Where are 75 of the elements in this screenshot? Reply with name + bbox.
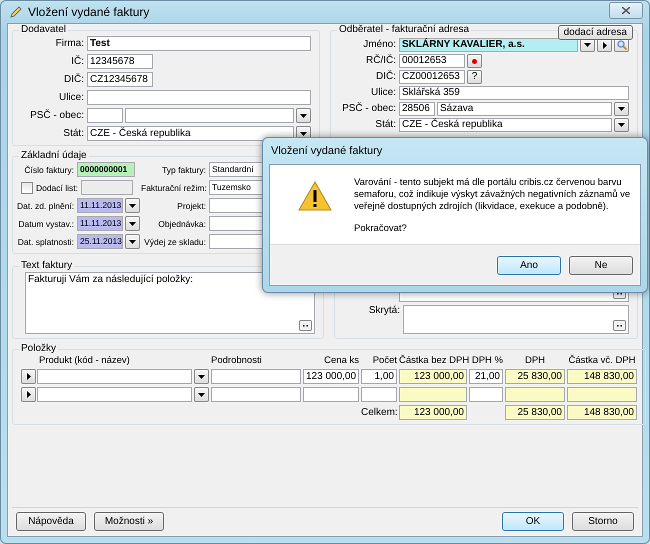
text-field[interactable]: CZ12345678 xyxy=(87,72,153,87)
footer-button[interactable]: Nápověda xyxy=(16,512,86,531)
group-title: Položky xyxy=(20,343,58,355)
field-label: Stát: xyxy=(374,119,397,131)
field-label: Jméno: xyxy=(362,39,397,51)
date-field[interactable]: 11.11.2013 xyxy=(77,198,123,213)
text-field[interactable]: Sklářská 359 xyxy=(399,86,629,100)
field-label: Objednávka: xyxy=(157,218,207,228)
dialog-title: Vložení vydané faktury xyxy=(271,145,382,158)
field-label: DIČ: xyxy=(375,71,397,83)
field-label: Projekt: xyxy=(176,200,207,210)
field-label: Datum vystav.: xyxy=(17,218,75,228)
text-field[interactable]: 12345678 xyxy=(87,54,153,69)
field-label: Dat. zd. plnění: xyxy=(17,200,75,210)
field-label: Výdej ze skladu: xyxy=(143,236,207,246)
warning-message: Varování - tento subjekt má dle portálu cribis.cz červenou barvu semaforu, což indikuje výskyt závažných negativních záznamů ve veřejně dostupných zdrojích (likvidace, exekuce a podobně). xyxy=(354,177,632,213)
column-header: DPH xyxy=(524,355,546,366)
dialog-button[interactable]: Ne xyxy=(569,256,633,274)
dropdown-field[interactable]: CZE - Česká republika xyxy=(399,118,612,132)
date-field[interactable]: 11.11.2013 xyxy=(77,216,123,231)
text-field[interactable]: CZ00012653 xyxy=(399,70,465,84)
column-header: DPH % xyxy=(470,355,503,366)
group-title: Odběratel - fakturační adresa xyxy=(338,24,470,36)
invoice-text: Fakturuji Vám za následující položky: xyxy=(28,274,194,285)
column-header: Částka bez DPH xyxy=(399,355,467,366)
number-field: 25 830,00 xyxy=(505,369,565,384)
field-label: Firma: xyxy=(54,38,85,49)
field-label: Stát: xyxy=(62,128,85,139)
group-title: Text faktury xyxy=(20,260,74,272)
field-label: IČ: xyxy=(70,56,85,67)
text-field[interactable]: 00012653 xyxy=(399,54,465,68)
city-field[interactable]: Sázava xyxy=(437,102,612,116)
field-label: Dodací list: xyxy=(35,182,79,192)
field-label: RČ/IČ: xyxy=(365,55,397,67)
field-label: Dat. splatnosti: xyxy=(17,236,75,246)
field-label: PSČ - obec: xyxy=(29,110,85,121)
field-label: Číslo faktury: xyxy=(23,164,75,174)
footer-button[interactable]: OK xyxy=(502,512,564,531)
text-field[interactable]: Test xyxy=(87,36,311,51)
column-header: Produkt (kód - název) xyxy=(38,355,131,366)
field-label: Typ faktury: xyxy=(161,164,207,174)
number-field: 148 830,00 xyxy=(567,405,637,420)
postcode-field[interactable]: 28506 xyxy=(399,102,435,116)
number-field[interactable]: 123 000,00 xyxy=(303,369,359,384)
total-label: Celkem: xyxy=(361,407,397,418)
number-field: 123 000,00 xyxy=(399,405,467,420)
text-area[interactable]: Fakturuji Vám za následující položky: xyxy=(25,272,315,334)
dialog-button[interactable]: Ano xyxy=(497,256,561,274)
field-label: Ulice: xyxy=(370,87,397,99)
question-text: Pokračovat? xyxy=(354,223,408,235)
date-field[interactable]: 25.11.2013 xyxy=(77,234,123,249)
footer-button[interactable]: Storno xyxy=(572,512,634,531)
column-header: Počet xyxy=(372,355,397,366)
invoice-number-field[interactable]: 0000000001 xyxy=(77,162,135,177)
field-label: Fakturační režim: xyxy=(141,182,207,192)
field-label: PSČ - obec: xyxy=(341,103,397,115)
group-title: Základní údaje xyxy=(20,150,88,162)
number-field: 148 830,00 xyxy=(567,369,637,384)
number-field[interactable]: 1,00 xyxy=(361,369,397,384)
group-title: Dodavatel xyxy=(20,24,68,36)
column-header: Cena ks xyxy=(323,355,359,366)
number-field: 123 000,00 xyxy=(399,369,467,384)
column-header: Částka vč. DPH xyxy=(567,355,637,366)
field-label: Ulice: xyxy=(58,92,85,103)
dropdown-field[interactable]: SKLÁRNY KAVALIER, a.s. xyxy=(399,38,578,52)
column-header: Podrobnosti xyxy=(211,355,263,366)
number-field: 25 830,00 xyxy=(505,405,565,420)
footer-button[interactable]: Možnosti » xyxy=(94,512,164,531)
help-button[interactable]: ? xyxy=(467,70,482,84)
field-label: DIČ: xyxy=(63,74,85,85)
number-field[interactable]: 21,00 xyxy=(469,369,503,384)
dropdown-field[interactable]: CZE - Česká republika xyxy=(87,126,294,141)
field-label: Skrytá: xyxy=(368,305,401,316)
window-title: Vložení vydané faktury xyxy=(28,5,150,19)
delivery-address-button[interactable]: dodací adresa xyxy=(558,25,633,40)
